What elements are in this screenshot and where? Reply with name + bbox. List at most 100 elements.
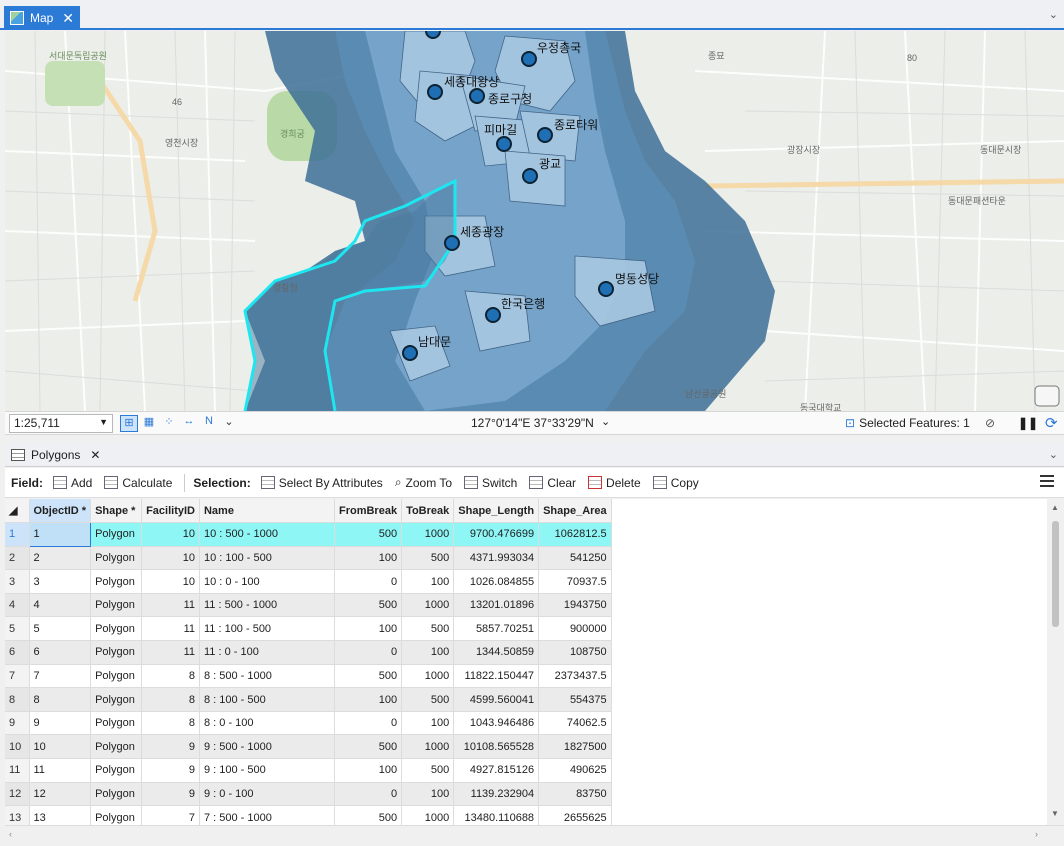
refresh-icon[interactable]: ⟳ — [1045, 414, 1058, 432]
column-header-shape-area[interactable]: Shape_Area — [538, 499, 612, 524]
cell-frombreak[interactable]: 500 — [334, 734, 403, 760]
cell-name[interactable]: 10 : 100 - 500 — [199, 546, 335, 571]
table-row[interactable]: 3 3 Polygon 10 10 : 0 - 100 0 100 1026.084855 70… — [5, 569, 612, 594]
scroll-left-icon[interactable]: ‹ — [9, 829, 12, 839]
cell-shape[interactable]: Polygon — [90, 522, 143, 547]
row-number[interactable]: 6 — [5, 640, 30, 665]
cell-shape-length[interactable]: 1043.946486 — [453, 711, 540, 736]
cell-facilityid[interactable]: 11 — [141, 616, 200, 642]
cell-shape[interactable]: Polygon — [90, 640, 143, 665]
map-view[interactable]: 서대문독립공원 경희궁 영천시장 종묘 광장시장 동대문시장 동대문패션타운 경… — [5, 31, 1064, 411]
cell-shape[interactable]: Polygon — [90, 569, 143, 594]
cell-facilityid[interactable]: 8 — [141, 711, 200, 736]
select-by-attributes-button[interactable]: Select By Attributes — [257, 476, 387, 490]
scroll-up-icon[interactable]: ▲ — [1051, 503, 1059, 512]
cell-shape-length[interactable]: 1139.232904 — [453, 782, 540, 807]
scroll-down-icon[interactable]: ▼ — [1051, 809, 1059, 818]
cell-objectid[interactable]: 9 — [29, 711, 92, 736]
cell-shape-length[interactable]: 9700.476699 — [453, 522, 540, 547]
column-header-objectid[interactable]: ObjectID * — [29, 499, 92, 524]
cell-shape[interactable]: Polygon — [90, 805, 143, 825]
row-number[interactable]: 13 — [5, 805, 30, 825]
cell-tobreak[interactable]: 1000 — [401, 522, 455, 547]
cell-tobreak[interactable]: 500 — [401, 546, 455, 571]
row-number[interactable]: 7 — [5, 664, 30, 689]
cell-shape[interactable]: Polygon — [90, 734, 143, 760]
cell-shape-area[interactable]: 900000 — [538, 616, 612, 642]
vertical-scrollbar[interactable]: ▲ ▼ — [1047, 499, 1064, 825]
add-field-button[interactable]: Add — [49, 476, 96, 490]
cell-shape[interactable]: Polygon — [90, 664, 143, 689]
row-number[interactable]: 3 — [5, 569, 30, 594]
close-icon[interactable]: ✕ — [90, 448, 100, 462]
cell-tobreak[interactable]: 100 — [401, 569, 455, 594]
pause-icon[interactable]: ❚❚ — [1018, 416, 1038, 430]
cell-frombreak[interactable]: 100 — [334, 616, 403, 642]
refresh-layout-icon[interactable]: ⊘ — [985, 416, 995, 430]
cell-shape[interactable]: Polygon — [90, 758, 143, 783]
cell-tobreak[interactable]: 1000 — [401, 593, 455, 618]
cell-frombreak[interactable]: 0 — [334, 569, 403, 594]
cell-objectid[interactable]: 3 — [29, 569, 92, 594]
cell-shape-area[interactable]: 2655625 — [538, 805, 612, 825]
row-number[interactable]: 5 — [5, 616, 30, 642]
cell-shape-area[interactable]: 1062812.5 — [538, 522, 612, 547]
cell-shape-area[interactable]: 108750 — [538, 640, 612, 665]
cell-shape[interactable]: Polygon — [90, 616, 143, 642]
cell-shape-area[interactable]: 490625 — [538, 758, 612, 783]
cell-name[interactable]: 11 : 500 - 1000 — [199, 593, 335, 618]
cell-facilityid[interactable]: 10 — [141, 546, 200, 571]
cell-objectid[interactable]: 11 — [29, 758, 92, 783]
constraints-icon[interactable]: ↔ — [180, 415, 198, 432]
scroll-thumb[interactable] — [1052, 521, 1059, 627]
switch-button[interactable]: Switch — [460, 476, 521, 490]
clear-button[interactable]: Clear — [525, 476, 580, 490]
row-number[interactable]: 8 — [5, 687, 30, 712]
table-row[interactable]: 1 1 Polygon 10 10 : 500 - 1000 500 1000 9700.47… — [5, 522, 612, 547]
cell-tobreak[interactable]: 1000 — [401, 805, 455, 825]
cell-frombreak[interactable]: 500 — [334, 522, 403, 547]
table-row[interactable]: 10 10 Polygon 9 9 : 500 - 1000 500 1000 10108.5… — [5, 734, 612, 760]
cell-objectid[interactable]: 12 — [29, 782, 92, 807]
cell-name[interactable]: 9 : 100 - 500 — [199, 758, 335, 783]
cell-shape-area[interactable]: 74062.5 — [538, 711, 612, 736]
cell-tobreak[interactable]: 1000 — [401, 734, 455, 760]
scale-dropdown[interactable]: 1:25,711 ▼ — [9, 414, 113, 433]
cell-shape-area[interactable]: 83750 — [538, 782, 612, 807]
table-row[interactable]: 2 2 Polygon 10 10 : 100 - 500 100 500 4371.9930… — [5, 546, 612, 571]
map-tab[interactable]: Map ✕ — [4, 6, 80, 30]
table-row[interactable]: 6 6 Polygon 11 11 : 0 - 100 0 100 1344.50859 108… — [5, 640, 612, 665]
cell-name[interactable]: 11 : 0 - 100 — [199, 640, 335, 665]
cell-frombreak[interactable]: 0 — [334, 782, 403, 807]
row-selector-header[interactable]: ◢ — [5, 499, 30, 524]
cell-objectid[interactable]: 13 — [29, 805, 92, 825]
cell-shape-area[interactable]: 2373437.5 — [538, 664, 612, 689]
cell-objectid[interactable]: 6 — [29, 640, 92, 665]
cell-shape-length[interactable]: 5857.70251 — [453, 616, 540, 642]
cell-objectid[interactable]: 8 — [29, 687, 92, 712]
column-header-frombreak[interactable]: FromBreak — [334, 499, 403, 524]
table-row[interactable]: 11 11 Polygon 9 9 : 100 - 500 100 500 4927.8151… — [5, 758, 612, 783]
coordinate-format-chevron-icon[interactable]: ⌄ — [601, 415, 610, 428]
cell-frombreak[interactable]: 500 — [334, 593, 403, 618]
row-number[interactable]: 9 — [5, 711, 30, 736]
fixed-zoom-icon[interactable]: ⊞ — [120, 415, 138, 432]
cell-shape[interactable]: Polygon — [90, 546, 143, 571]
cell-frombreak[interactable]: 100 — [334, 546, 403, 571]
cell-frombreak[interactable]: 0 — [334, 640, 403, 665]
cell-shape-area[interactable]: 70937.5 — [538, 569, 612, 594]
grid-icon[interactable]: ▦ — [140, 415, 158, 432]
cell-tobreak[interactable]: 100 — [401, 782, 455, 807]
snapping-icon[interactable]: ⁘ — [160, 415, 178, 432]
column-header-name[interactable]: Name — [199, 499, 335, 524]
chevron-down-icon[interactable]: ⌄ — [1049, 448, 1058, 461]
cell-shape-length[interactable]: 1344.50859 — [453, 640, 540, 665]
copy-button[interactable]: Copy — [649, 476, 703, 490]
cell-shape[interactable]: Polygon — [90, 711, 143, 736]
zoom-to-button[interactable]: ⌕ Zoom To — [391, 475, 456, 490]
cell-name[interactable]: 8 : 500 - 1000 — [199, 664, 335, 689]
cell-objectid[interactable]: 1 — [28, 522, 92, 547]
cell-name[interactable]: 7 : 500 - 1000 — [199, 805, 335, 825]
cell-facilityid[interactable]: 10 — [141, 522, 200, 547]
cell-shape-area[interactable]: 541250 — [538, 546, 612, 571]
